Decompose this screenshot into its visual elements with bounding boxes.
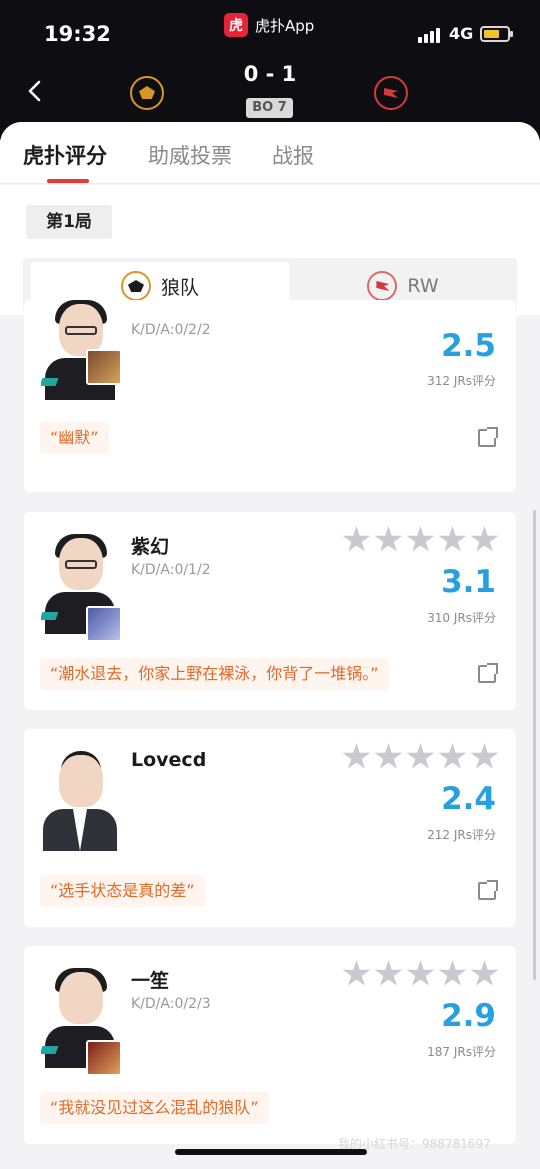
player-name: 紫幻 [131, 536, 170, 558]
star-icon [342, 743, 371, 769]
star-icon [438, 526, 467, 552]
top-comment[interactable]: “潮水退去，你家上野在裸泳，你背了一堆锅。” [40, 658, 389, 690]
player-kda: K/D/A:0/2/2 [131, 322, 211, 338]
scrollbar[interactable] [533, 510, 536, 980]
player-kda: K/D/A:0/2/3 [131, 996, 211, 1012]
tab-match-report[interactable]: 战报 [272, 140, 314, 170]
home-indicator[interactable] [175, 1149, 367, 1155]
star-icon [374, 526, 403, 552]
battery-icon [480, 26, 513, 42]
tab-hupu-rating[interactable]: 虎扑评分 [23, 140, 107, 170]
star-icon [438, 960, 467, 986]
top-comment[interactable]: “幽默” [40, 422, 109, 454]
star-icon [374, 960, 403, 986]
hero-icon [86, 1040, 122, 1076]
network-type: 4G [449, 24, 474, 43]
rw-logo-icon[interactable] [374, 76, 408, 110]
star-icon [470, 960, 499, 986]
player-vote-count: 310 JRs评分 [427, 611, 496, 625]
team-name: 狼队 [160, 276, 199, 299]
star-icon [438, 743, 467, 769]
player-score: 2.4 [441, 781, 496, 817]
app-title: 虎扑App [255, 16, 315, 35]
star-icon [406, 743, 435, 769]
app-logo-icon: 虎 [224, 13, 248, 37]
status-time: 19:32 [44, 22, 111, 46]
player-vote-count: 312 JRs评分 [427, 374, 496, 388]
top-comment[interactable]: “我就没见过这么混乱的狼队” [40, 1092, 269, 1124]
content-panel: 虎扑评分 助威投票 战报 第1局 狼队 RW K/D/A:0/2/2 2.5 3… [0, 122, 540, 1169]
wolves-logo-icon [120, 271, 151, 301]
player-kda: K/D/A:0/1/2 [131, 562, 211, 578]
tab-bar: 虎扑评分 助威投票 战报 [0, 122, 540, 184]
tab-cheer-vote[interactable]: 助威投票 [148, 140, 232, 170]
rating-stars[interactable] [342, 526, 499, 554]
hero-icon [86, 349, 122, 385]
player-card[interactable]: 紫幻 K/D/A:0/1/2 3.1 310 JRs评分 “潮水退去，你家上野在… [24, 512, 516, 710]
player-name: 一笙 [131, 970, 170, 992]
rw-logo-icon [367, 271, 398, 301]
share-icon[interactable] [478, 880, 498, 900]
player-name: Lovecd [131, 749, 207, 771]
player-card[interactable]: K/D/A:0/2/2 2.5 312 JRs评分 “幽默” [24, 300, 516, 492]
top-comment[interactable]: “选手状态是真的差” [40, 875, 205, 907]
share-icon[interactable] [478, 663, 498, 683]
player-vote-count: 187 JRs评分 [427, 1045, 496, 1059]
share-icon[interactable] [478, 427, 498, 447]
signal-icon [418, 28, 440, 43]
hero-icon [86, 606, 122, 642]
star-icon [374, 743, 403, 769]
match-format-badge: BO 7 [246, 98, 293, 118]
round-selector[interactable]: 第1局 [26, 205, 112, 239]
player-score: 3.1 [441, 564, 496, 600]
star-icon [470, 743, 499, 769]
app-chip[interactable]: 虎 虎扑App [224, 12, 314, 38]
star-icon [470, 526, 499, 552]
star-icon [406, 526, 435, 552]
player-score: 2.9 [441, 998, 496, 1034]
active-tab-indicator [47, 179, 89, 183]
player-card[interactable]: Lovecd 2.4 212 JRs评分 “选手状态是真的差” [24, 729, 516, 927]
player-score: 2.5 [441, 328, 496, 364]
rating-stars[interactable] [342, 960, 499, 988]
star-icon [342, 526, 371, 552]
match-score: 0 - 1 [243, 62, 297, 86]
rating-stars[interactable] [342, 743, 499, 771]
round-section: 第1局 狼队 RW [0, 185, 540, 315]
star-icon [406, 960, 435, 986]
player-avatar [41, 751, 119, 851]
player-card[interactable]: 一笙 K/D/A:0/2/3 2.9 187 JRs评分 “我就没见过这么混乱的… [24, 946, 516, 1144]
star-icon [342, 960, 371, 986]
match-header: 19:32 虎 虎扑App 4G 0 - 1 BO 7 [0, 0, 540, 140]
team-name: RW [407, 275, 439, 297]
player-vote-count: 212 JRs评分 [427, 828, 496, 842]
